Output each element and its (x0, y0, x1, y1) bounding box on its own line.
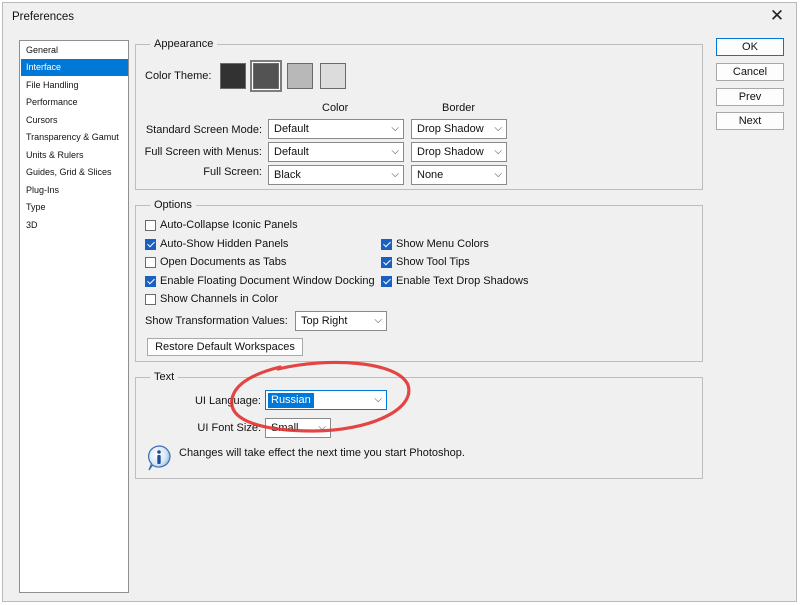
color-column-header: Color (322, 102, 349, 114)
chevron-down-icon: ⌵ (391, 123, 399, 134)
options-group-label: Options (150, 198, 196, 212)
full-screen-menus-color-value: Default (274, 146, 309, 158)
category-list: General Interface File Handling Performa… (19, 40, 129, 593)
sidebar-item-file-handling[interactable]: File Handling (21, 77, 128, 94)
full-screen-border-value: None (417, 169, 444, 181)
enable-text-drop-shadows-checkbox[interactable]: Enable Text Drop Shadows (381, 274, 529, 288)
info-icon (148, 445, 171, 471)
floating-document-docking-checkbox[interactable]: Enable Floating Document Window Docking (145, 274, 375, 288)
full-screen-color-select[interactable]: Black ⌵ (268, 165, 404, 185)
show-tool-tips-checkbox[interactable]: Show Tool Tips (381, 255, 470, 269)
checkbox-label: Open Documents as Tabs (160, 256, 287, 268)
options-group: Options Auto-Collapse Iconic Panels Auto… (135, 198, 703, 362)
checkbox-label: Auto-Collapse Iconic Panels (160, 219, 298, 231)
checkbox-box[interactable] (381, 238, 392, 250)
cancel-button[interactable]: Cancel (716, 63, 784, 81)
ui-language-select[interactable]: Russian ⌵ (265, 390, 387, 410)
ui-font-size-label: UI Font Size: (197, 422, 261, 434)
checkbox-box[interactable] (145, 275, 156, 287)
appearance-group-label: Appearance (150, 37, 218, 51)
show-menu-colors-checkbox[interactable]: Show Menu Colors (381, 237, 489, 251)
ui-language-label: UI Language: (194, 395, 261, 407)
standard-screen-border-select[interactable]: Drop Shadow ⌵ (411, 119, 507, 139)
standard-screen-border-value: Drop Shadow (417, 123, 484, 135)
checkbox-box[interactable] (145, 256, 156, 268)
checkbox-label: Enable Floating Document Window Docking (160, 275, 375, 287)
theme-swatch-dark[interactable] (253, 63, 279, 89)
chevron-down-icon: ⌵ (494, 123, 502, 134)
restart-notice: Changes will take effect the next time y… (179, 447, 465, 459)
checkbox-box[interactable] (381, 275, 392, 287)
ui-font-size-select[interactable]: Small ⌵ (265, 418, 331, 438)
chevron-down-icon: ⌵ (391, 146, 399, 157)
sidebar-item-type[interactable]: Type (21, 199, 128, 216)
standard-screen-mode-label: Standard Screen Mode: (145, 124, 262, 136)
theme-swatch-light[interactable] (287, 63, 313, 89)
standard-screen-color-value: Default (274, 123, 309, 135)
full-screen-border-select[interactable]: None ⌵ (411, 165, 507, 185)
sidebar-item-plug-ins[interactable]: Plug-Ins (21, 182, 128, 199)
chevron-down-icon: ⌵ (494, 169, 502, 180)
prev-button[interactable]: Prev (716, 88, 784, 106)
sidebar-item-3d[interactable]: 3D (21, 217, 128, 234)
auto-show-hidden-panels-checkbox[interactable]: Auto-Show Hidden Panels (145, 237, 288, 251)
window-title: Preferences (12, 11, 75, 23)
auto-collapse-checkbox[interactable]: Auto-Collapse Iconic Panels (145, 218, 298, 232)
sidebar-item-performance[interactable]: Performance (21, 94, 128, 111)
next-button[interactable]: Next (716, 112, 784, 130)
text-group: Text UI Language: Russian ⌵ UI Font Size… (135, 370, 703, 479)
checkbox-box[interactable] (381, 256, 392, 268)
sidebar-item-guides-grid-slices[interactable]: Guides, Grid & Slices (21, 164, 128, 181)
sidebar-item-interface[interactable]: Interface (21, 59, 128, 76)
sidebar-item-general[interactable]: General (21, 42, 128, 59)
transformation-values-value: Top Right (301, 315, 348, 327)
full-screen-color-value: Black (274, 169, 301, 181)
sidebar-item-units-rulers[interactable]: Units & Rulers (21, 147, 128, 164)
open-documents-as-tabs-checkbox[interactable]: Open Documents as Tabs (145, 255, 286, 269)
chevron-down-icon: ⌵ (494, 146, 502, 157)
checkbox-box[interactable] (145, 219, 156, 231)
full-screen-menus-color-select[interactable]: Default ⌵ (268, 142, 404, 162)
standard-screen-color-select[interactable]: Default ⌵ (268, 119, 404, 139)
sidebar-item-cursors[interactable]: Cursors (21, 112, 128, 129)
ui-language-value: Russian (268, 393, 314, 408)
ok-button[interactable]: OK (716, 38, 784, 56)
full-screen-menus-border-select[interactable]: Drop Shadow ⌵ (411, 142, 507, 162)
chevron-down-icon: ⌵ (318, 422, 326, 433)
theme-swatch-lightest[interactable] (320, 63, 346, 89)
ui-font-size-value: Small (271, 422, 299, 434)
chevron-down-icon: ⌵ (391, 169, 399, 180)
checkbox-label: Show Menu Colors (396, 238, 489, 250)
transformation-values-label: Show Transformation Values: (145, 315, 288, 327)
color-theme-label: Color Theme: (145, 70, 212, 82)
show-channels-in-color-checkbox[interactable]: Show Channels in Color (145, 292, 278, 306)
sidebar-item-transparency-gamut[interactable]: Transparency & Gamut (21, 129, 128, 146)
preferences-dialog: Preferences ✕ General Interface File Han… (2, 2, 797, 602)
full-screen-menus-label: Full Screen with Menus: (144, 146, 262, 158)
chevron-down-icon: ⌵ (374, 315, 382, 326)
appearance-group: Appearance Color Theme: Color Border Sta… (135, 37, 703, 190)
theme-swatch-darkest[interactable] (220, 63, 246, 89)
checkbox-box[interactable] (145, 238, 156, 250)
checkbox-label: Auto-Show Hidden Panels (160, 238, 289, 250)
transformation-values-select[interactable]: Top Right ⌵ (295, 311, 387, 331)
full-screen-menus-border-value: Drop Shadow (417, 146, 484, 158)
restore-default-workspaces-button[interactable]: Restore Default Workspaces (147, 338, 303, 356)
full-screen-label: Full Screen: (203, 166, 262, 178)
checkbox-label: Enable Text Drop Shadows (396, 275, 529, 287)
checkbox-box[interactable] (145, 293, 156, 305)
checkbox-label: Show Tool Tips (396, 256, 470, 268)
chevron-down-icon: ⌵ (374, 394, 382, 405)
checkbox-label: Show Channels in Color (160, 293, 279, 305)
text-group-label: Text (150, 370, 179, 384)
title-bar: Preferences ✕ (3, 3, 796, 33)
border-column-header: Border (442, 102, 476, 114)
close-icon[interactable]: ✕ (768, 7, 786, 25)
